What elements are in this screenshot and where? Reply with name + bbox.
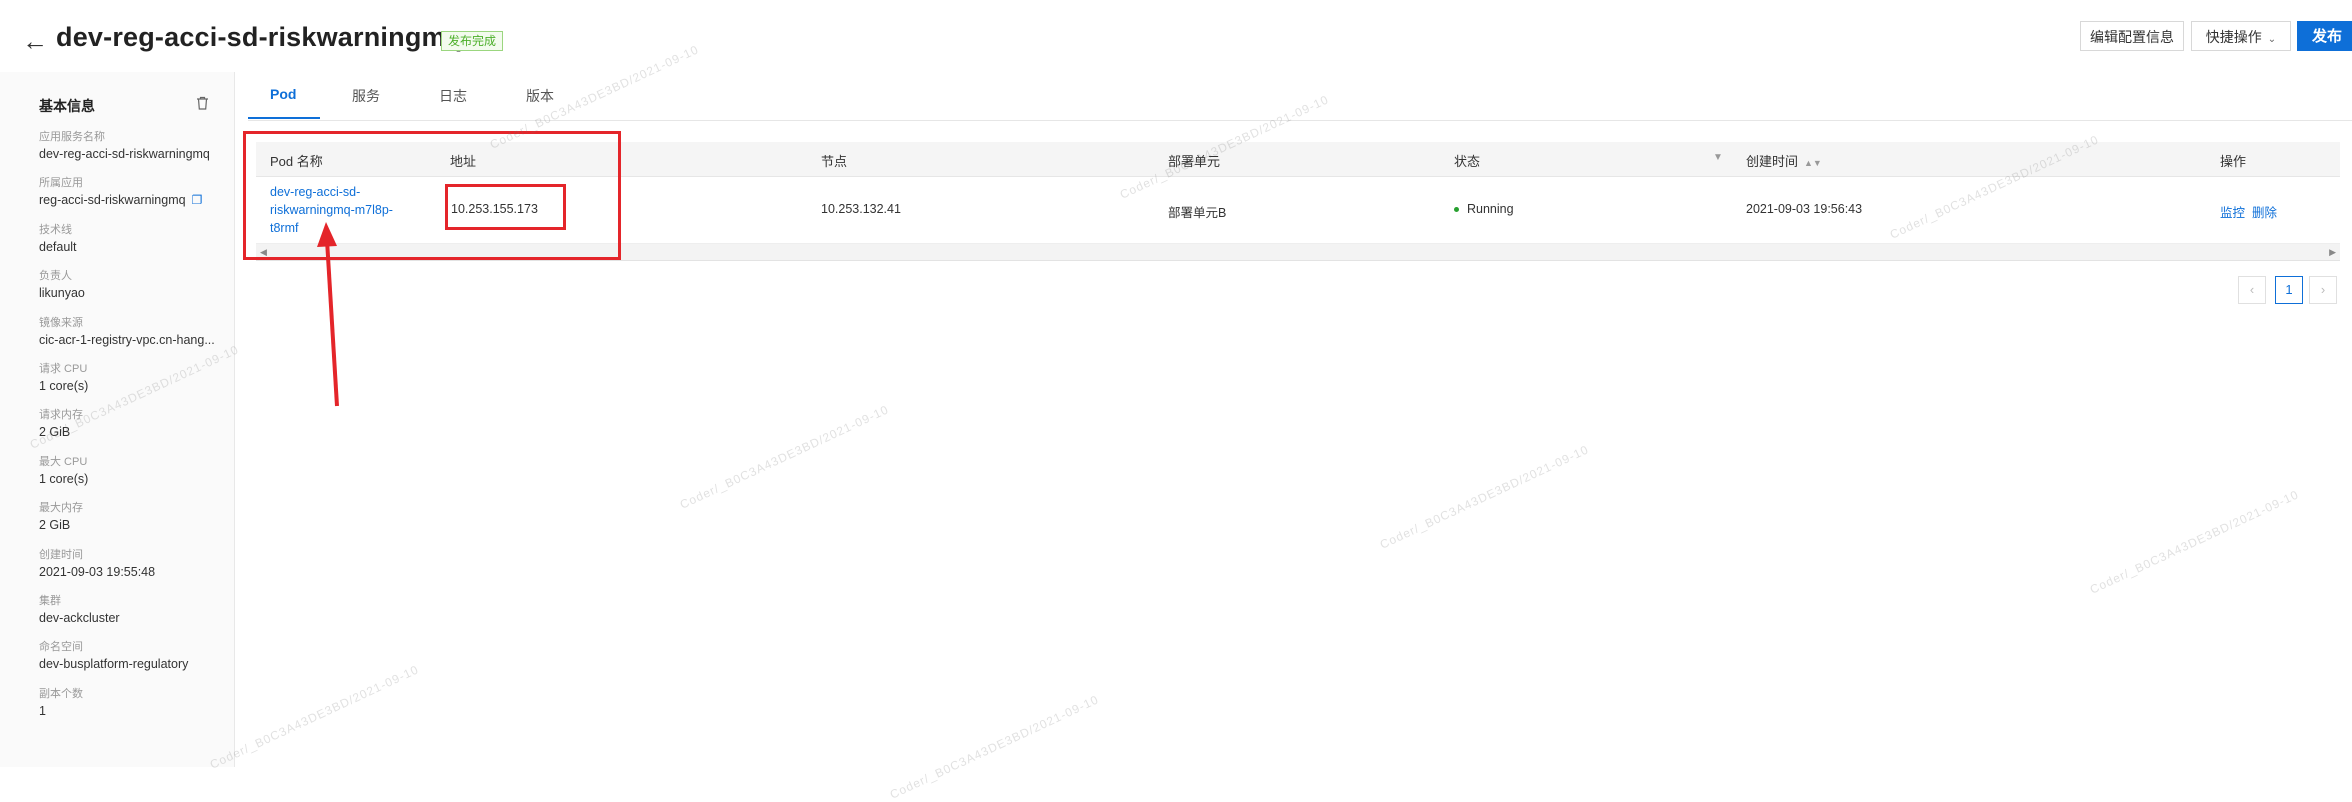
annotation-arrow-icon: [317, 222, 339, 407]
